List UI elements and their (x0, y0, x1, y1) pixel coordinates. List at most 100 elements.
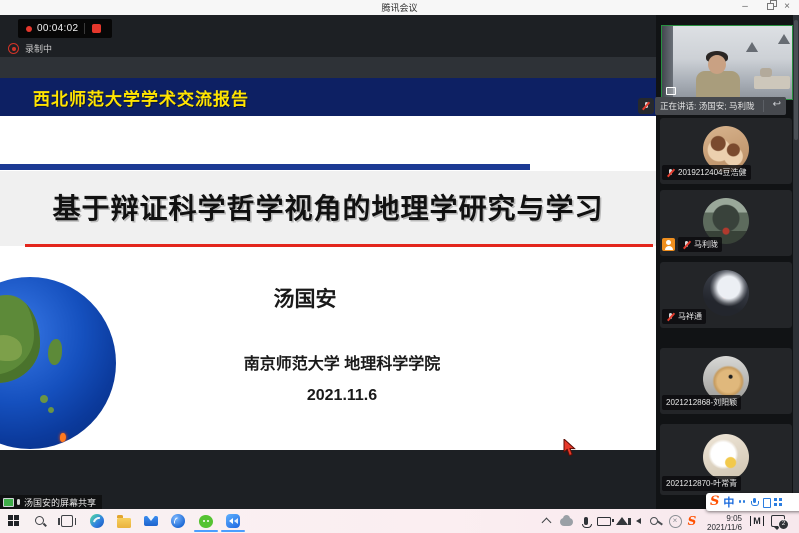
ime-voice-icon[interactable] (750, 498, 758, 506)
screen-share-icon (3, 498, 14, 507)
screen-share-banner: 汤国安的屏幕共享 (0, 495, 102, 509)
mic-muted-icon (666, 168, 675, 178)
mic-muted-icon (666, 312, 675, 322)
tray-vpn-button[interactable] (648, 513, 664, 529)
tray-battery-button[interactable] (596, 513, 612, 529)
taskbar-edge-button[interactable] (89, 513, 105, 529)
tray-cloud-button[interactable] (558, 513, 574, 529)
clock-time: 9:05 (700, 514, 742, 523)
taskbar-clock[interactable]: 9:05 2021/11/6 (700, 514, 742, 533)
mic-icon (17, 499, 20, 505)
taskbar-explorer-button[interactable] (116, 513, 132, 529)
speaker-video-tile[interactable] (661, 25, 793, 100)
globe-landmass (48, 407, 54, 413)
ime-indicator-button[interactable]: M (749, 513, 765, 529)
window-titlebar: 腾讯会议 – × (0, 0, 799, 15)
speaking-label-bar: 正在讲话: 汤国安; 马利陇 ↩ (655, 97, 786, 115)
participant-tile[interactable]: 2021212870-叶常青 (660, 424, 792, 495)
participant-name: 2021212868-刘阳颖 (666, 397, 737, 408)
participant-name: 马利陇 (694, 239, 718, 250)
wechat-icon (199, 515, 213, 528)
presenter-affiliation: 南京师范大学 地理科学学院 (112, 350, 572, 374)
recording-dot-icon (26, 26, 32, 32)
mail-icon (144, 516, 158, 526)
name-chip: 2021212870-叶常青 (662, 476, 741, 491)
recording-timer-box: 00:04:02 (18, 19, 112, 38)
tray-volume-button[interactable] (630, 513, 646, 529)
notification-icon: 2 (771, 515, 785, 527)
participant-name: 马祥通 (678, 311, 702, 322)
name-chip: 2019212404豆浩健 (662, 165, 751, 180)
avatar (703, 434, 749, 480)
ime-toolbox-icon[interactable] (774, 498, 782, 506)
chevron-up-icon (541, 518, 551, 528)
wifi-icon (616, 517, 628, 525)
slide-blue-rule (0, 164, 530, 170)
participant-tile[interactable]: 马利陇 (660, 190, 792, 256)
divider (84, 23, 85, 34)
ime-punctuation-icon[interactable] (738, 498, 746, 506)
edge-browser-icon (90, 514, 104, 528)
mic-muted-icon (682, 240, 691, 250)
avatar (703, 270, 749, 316)
window-title: 腾讯会议 (0, 1, 799, 14)
clock-date: 2021/11/6 (700, 523, 742, 532)
participant-name: 2019212404豆浩健 (678, 167, 747, 178)
app-window: 腾讯会议 – × 西北师范大学学术交流报告 基于辩证科学哲学视角的地理学研究与学… (0, 0, 799, 533)
close-button[interactable]: × (777, 0, 797, 15)
taskbar-wechat-button[interactable] (198, 513, 214, 529)
folder-icon (117, 518, 131, 528)
task-view-button[interactable] (59, 513, 75, 529)
taskbar-search-button[interactable] (32, 513, 48, 529)
participant-tile[interactable]: 马祥通 (660, 262, 792, 328)
video-frame (754, 76, 790, 89)
key-icon (650, 517, 658, 525)
name-chip: 2021212868-刘阳颖 (662, 395, 741, 410)
screen-share-icon (666, 87, 676, 95)
divider (763, 100, 764, 112)
sidebar-scrollbar-thumb[interactable] (794, 20, 798, 140)
host-badge-icon (662, 238, 675, 251)
ime-toolbar: S 中 (706, 493, 799, 511)
cursor-icon (563, 439, 577, 457)
mic-chip[interactable] (638, 98, 654, 114)
stop-recording-button[interactable] (92, 24, 101, 33)
tray-mic-button[interactable] (578, 513, 594, 529)
battery-icon (597, 517, 611, 526)
task-view-icon (61, 515, 73, 527)
slide-banner-text: 西北师范大学学术交流报告 (33, 85, 249, 110)
taskbar-mail-button[interactable] (143, 513, 159, 529)
mic-muted-icon (642, 101, 651, 111)
taskbar-browser-button[interactable] (170, 513, 186, 529)
name-chip: 马利陇 (678, 237, 722, 252)
taskbar-meeting-button[interactable] (225, 513, 241, 529)
ime-mode-chinese[interactable]: 中 (723, 494, 734, 510)
video-frame (696, 71, 740, 99)
collapse-arrow-icon[interactable]: ↩ (773, 99, 781, 110)
cloud-icon (560, 518, 573, 526)
video-frame (708, 55, 726, 74)
recording-status-icon (8, 43, 19, 54)
tray-sogou-button[interactable]: S (684, 513, 700, 529)
video-frame (760, 68, 772, 77)
slide-red-rule (25, 244, 653, 247)
sogou-logo-icon[interactable]: S (710, 493, 719, 511)
recording-status-label: 录制中 (25, 42, 52, 55)
recording-time: 00:04:02 (37, 23, 78, 34)
presentation-date: 2021.11.6 (112, 387, 572, 405)
active-app-indicator (221, 530, 245, 532)
globe-landmass (48, 339, 62, 365)
restore-button[interactable] (757, 0, 777, 15)
start-button[interactable] (6, 513, 22, 529)
tencent-meeting-icon (226, 514, 240, 528)
participant-tile[interactable]: 2019212404豆浩健 (660, 118, 792, 184)
ime-clipboard-icon[interactable] (762, 498, 770, 506)
notification-center-button[interactable]: 2 (770, 513, 786, 529)
tray-expand-button[interactable] (538, 513, 554, 529)
speaking-label: 正在讲话: 汤国安; 马利陇 (660, 100, 754, 112)
participant-tile[interactable]: 2021212868-刘阳颖 (660, 348, 792, 414)
ime-indicator: M (750, 516, 764, 526)
minimize-button[interactable]: – (735, 0, 755, 15)
microphone-icon (584, 517, 588, 525)
tray-status-button[interactable]: × (667, 513, 683, 529)
